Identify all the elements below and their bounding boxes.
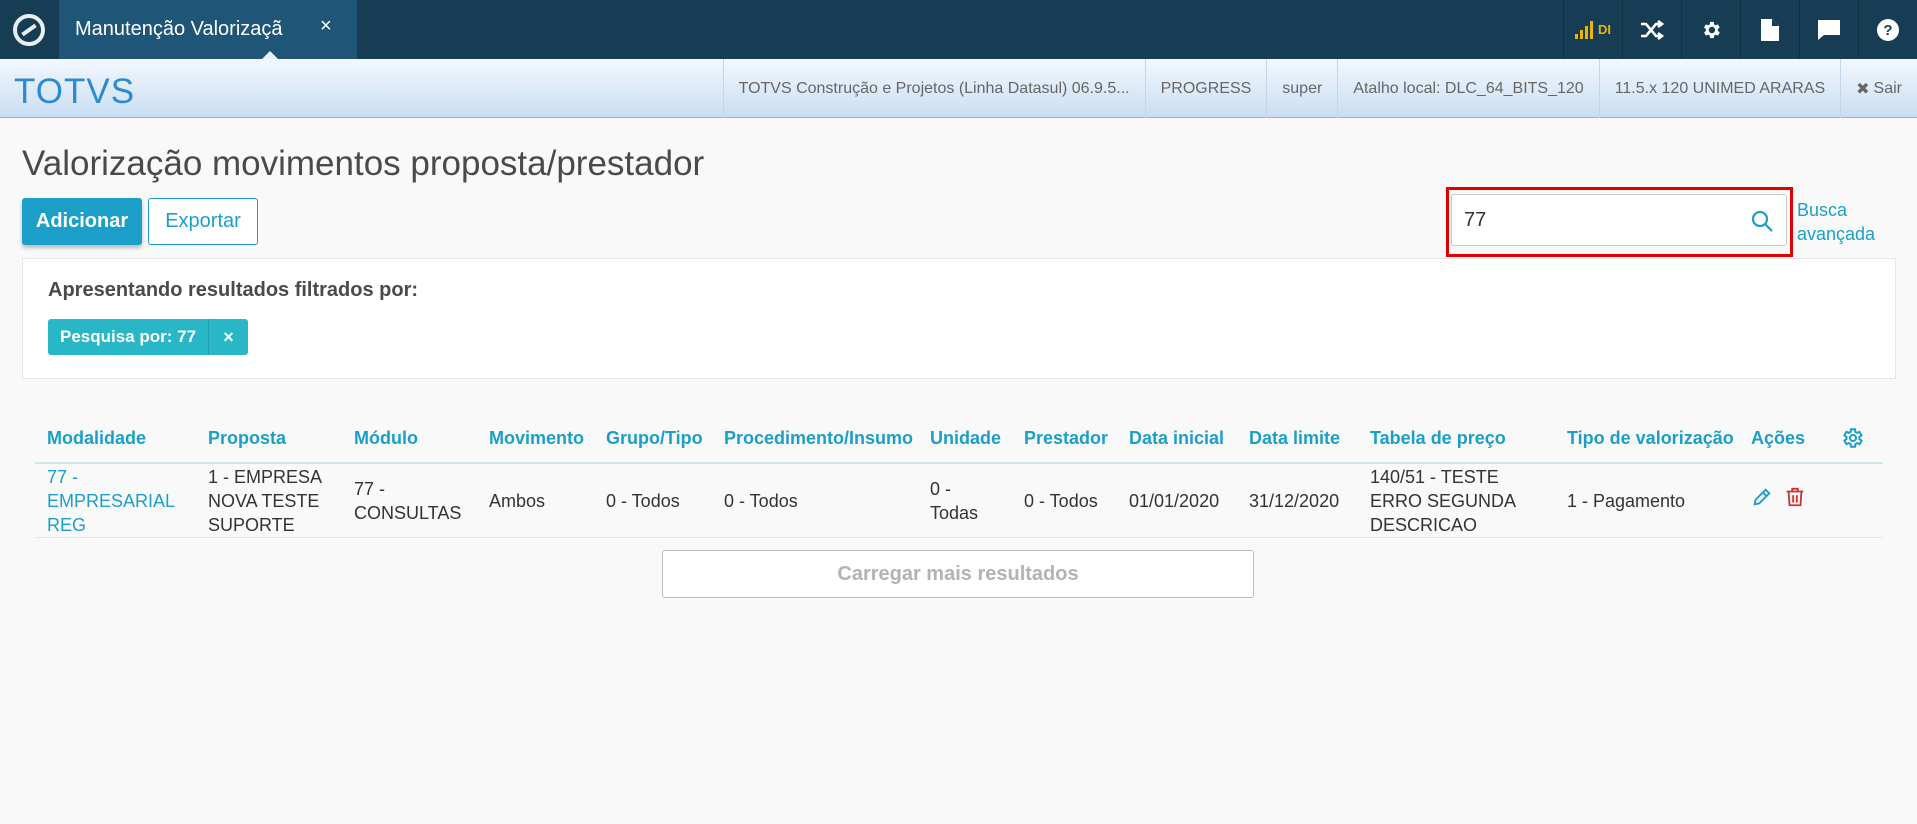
load-more-button[interactable]: Carregar mais resultados <box>662 550 1254 598</box>
cell-modalidade-line: 77 - <box>47 467 79 487</box>
settings-button[interactable] <box>1681 0 1740 59</box>
exit-button[interactable]: ✖ Sair <box>1840 59 1917 118</box>
document-icon <box>1761 18 1779 41</box>
cell-movimento: Ambos <box>489 491 546 511</box>
cell-modalidade[interactable]: 77 - EMPRESARIAL REG <box>47 465 175 537</box>
svg-text:?: ? <box>1883 22 1892 39</box>
close-icon: ✖ <box>1856 80 1870 98</box>
help-button[interactable]: ? <box>1858 0 1917 59</box>
exit-label: Sair <box>1873 79 1902 97</box>
cell-modalidade-line: REG <box>47 515 87 535</box>
cell-unidade-line: 0 - <box>930 479 952 499</box>
signal-label: DI <box>1598 22 1611 37</box>
document-button[interactable] <box>1740 0 1799 59</box>
signal-icon <box>1575 20 1593 39</box>
gear-icon <box>1704 21 1720 38</box>
col-prestador[interactable]: Prestador <box>1024 428 1108 449</box>
cell-proposta-line: SUPORTE <box>208 515 295 535</box>
page-title: Valorização movimentos proposta/prestado… <box>22 144 705 183</box>
cell-proposta-line: NOVA TESTE <box>208 491 320 511</box>
cell-tabela-preco-line: 140/51 - TESTE <box>1370 467 1499 487</box>
add-button[interactable]: Adicionar <box>22 198 142 245</box>
info-database: PROGRESS <box>1144 59 1267 118</box>
shuffle-icon <box>1641 19 1664 40</box>
info-version: 11.5.x 120 UNIMED ARARAS <box>1598 59 1840 118</box>
cell-prestador: 0 - Todos <box>1024 491 1098 511</box>
cell-modulo-line: 77 - <box>354 479 386 499</box>
col-acoes: Ações <box>1751 428 1806 448</box>
col-data-limite[interactable]: Data limite <box>1249 428 1340 449</box>
cell-data-limite: 31/12/2020 <box>1249 491 1340 511</box>
col-procedimento[interactable]: Procedimento/Insumo <box>724 428 913 449</box>
cell-proposta-line: 1 - EMPRESA <box>208 467 323 487</box>
cell-proposta: 1 - EMPRESA NOVA TESTE SUPORTE <box>208 465 322 537</box>
col-grupo-tipo[interactable]: Grupo/Tipo <box>606 428 703 449</box>
cell-unidade: 0 - Todas <box>930 477 978 525</box>
col-movimento[interactable]: Movimento <box>489 428 584 449</box>
cell-data-inicial: 01/01/2020 <box>1129 491 1220 511</box>
col-proposta[interactable]: Proposta <box>208 428 286 449</box>
info-product: TOTVS Construção e Projetos (Linha Datas… <box>722 59 1145 118</box>
table-header: Modalidade Proposta Módulo Movimento Gru… <box>35 414 1883 464</box>
help-icon: ? <box>1877 18 1899 41</box>
cell-tabela-preco: 140/51 - TESTE ERRO SEGUNDA DESCRICAO <box>1370 465 1516 537</box>
totvs-logo-icon <box>12 13 45 46</box>
col-modulo[interactable]: Módulo <box>354 428 418 449</box>
results-table: Modalidade Proposta Módulo Movimento Gru… <box>35 414 1883 538</box>
export-button[interactable]: Exportar <box>148 198 258 245</box>
filter-title: Apresentando resultados filtrados por: <box>48 279 419 301</box>
tab-title: Manutenção Valorizaçã <box>75 18 283 40</box>
tab-close-button[interactable]: × <box>320 15 332 38</box>
col-unidade[interactable]: Unidade <box>930 428 1001 449</box>
connection-status-button[interactable]: DI <box>1563 0 1622 59</box>
col-tipo-valorizacao[interactable]: Tipo de valorização <box>1567 428 1734 449</box>
advanced-search-link[interactable]: Busca avançada <box>1797 198 1897 246</box>
cell-tipo-valorizacao: 1 - Pagamento <box>1567 491 1686 511</box>
cell-modulo: 77 - CONSULTAS <box>354 477 461 525</box>
cell-procedimento: 0 - Todos <box>724 491 798 511</box>
search-field[interactable] <box>1451 194 1787 246</box>
filter-chip-label: Pesquisa por: 77 <box>60 327 197 346</box>
cell-tabela-preco-line: ERRO SEGUNDA <box>1370 491 1517 511</box>
shuffle-button[interactable] <box>1622 0 1681 59</box>
filter-chip: Pesquisa por: 77 × <box>48 319 249 355</box>
tab-manutencao-valorizacao[interactable]: Manutenção Valorizaçã × <box>59 0 357 60</box>
table-row: 77 - EMPRESARIAL REG 1 - EMPRESA NOVA TE… <box>35 464 1883 538</box>
filter-panel: Apresentando resultados filtrados por: P… <box>22 258 1896 379</box>
cell-unidade-line: Todas <box>930 503 979 523</box>
cell-grupo-tipo: 0 - Todos <box>606 491 680 511</box>
messages-button[interactable] <box>1799 0 1858 59</box>
cell-modulo-line: CONSULTAS <box>354 503 462 523</box>
info-user: super <box>1266 59 1337 118</box>
info-shortcut: Atalho local: DLC_64_BITS_120 <box>1337 59 1598 118</box>
edit-pencil-icon[interactable] <box>1751 486 1773 508</box>
col-tabela-preco[interactable]: Tabela de preço <box>1370 428 1506 449</box>
search-input[interactable] <box>1464 205 1734 235</box>
table-settings-gear-icon[interactable] <box>1840 426 1864 450</box>
remove-filter-button[interactable]: × <box>208 319 248 355</box>
search-icon[interactable] <box>1750 209 1774 233</box>
info-bar: TOTVS TOTVS Construção e Projetos (Linha… <box>0 59 1917 118</box>
home-button[interactable] <box>0 0 57 59</box>
cell-tabela-preco-line: DESCRICAO <box>1370 515 1478 535</box>
col-data-inicial[interactable]: Data inicial <box>1129 428 1224 449</box>
chat-icon <box>1818 19 1840 40</box>
brand-logo: TOTVS <box>14 72 136 111</box>
delete-trash-icon[interactable] <box>1784 486 1806 508</box>
top-bar: Manutenção Valorizaçã × DI ? <box>0 0 1917 60</box>
col-modalidade[interactable]: Modalidade <box>47 428 146 449</box>
cell-modalidade-line: EMPRESARIAL <box>47 491 176 511</box>
